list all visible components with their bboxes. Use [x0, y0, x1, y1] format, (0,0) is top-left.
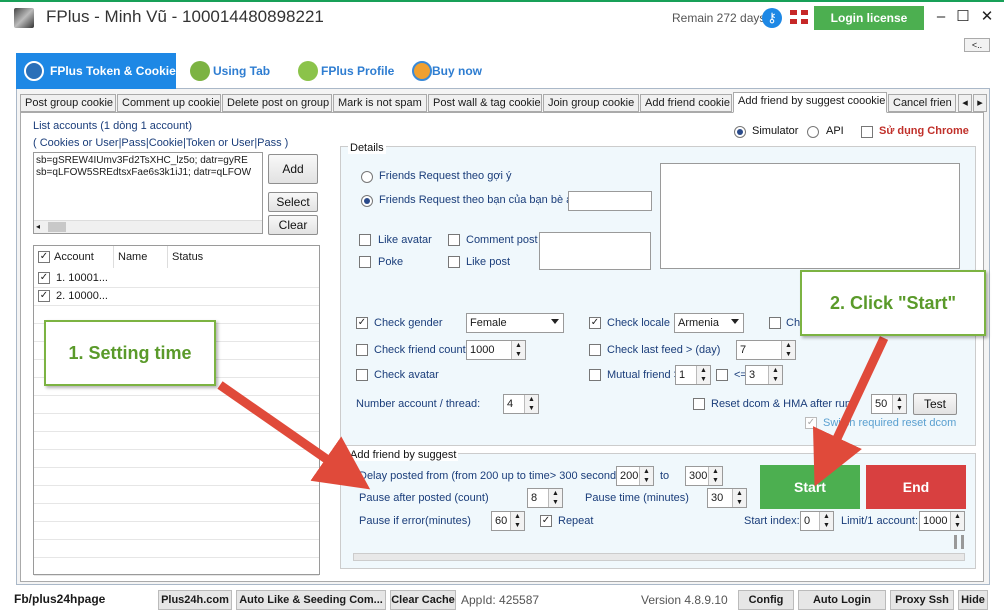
callout-click-start: 2. Click "Start"	[800, 270, 986, 336]
callout-setting-time: 1. Setting time	[44, 320, 216, 386]
arrow-to-settings	[217, 381, 371, 490]
plus24h-button[interactable]: Plus24h.com	[158, 590, 232, 610]
app-id: AppId: 425587	[461, 593, 540, 607]
config-button[interactable]: Config	[738, 590, 794, 610]
hide-button[interactable]: Hide	[958, 590, 988, 610]
status-bar: Fb/plus24hpage Plus24h.com Auto Like & S…	[0, 588, 1004, 612]
auto-like-button[interactable]: Auto Like & Seeding Com...	[236, 590, 386, 610]
arrow-to-start	[812, 336, 889, 487]
auto-login-button[interactable]: Auto Login	[798, 590, 886, 610]
proxy-ssh-button[interactable]: Proxy Ssh	[890, 590, 954, 610]
version: Version 4.8.9.10	[641, 593, 728, 607]
clear-cache-button[interactable]: Clear Cache	[390, 590, 456, 610]
page-link[interactable]: Fb/plus24hpage	[14, 592, 105, 606]
